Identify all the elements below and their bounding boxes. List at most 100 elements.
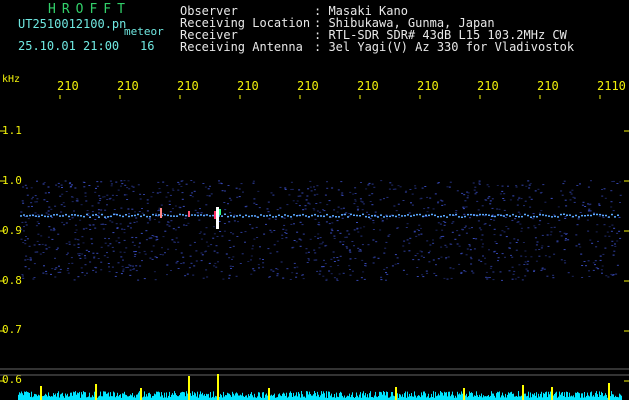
noise-pixel [504, 256, 506, 258]
carrier-trace [110, 215, 112, 218]
noise-pixel [252, 182, 255, 184]
x-tick: 210 [297, 79, 319, 93]
spectrum-bar [404, 393, 405, 400]
noise-pixel [233, 220, 236, 222]
spectrum-spike [40, 386, 42, 400]
spectrum-bar [94, 391, 95, 400]
noise-pixel [304, 208, 307, 210]
noise-pixel [318, 247, 321, 249]
spectrum-bar [254, 393, 255, 400]
noise-pixel [338, 273, 341, 275]
noise-pixel [349, 258, 352, 260]
spectrum-bar [412, 396, 413, 400]
carrier-trace [98, 216, 100, 218]
noise-pixel [205, 241, 208, 243]
noise-pixel [125, 247, 128, 249]
noise-pixel [316, 210, 319, 212]
noise-pixel [252, 180, 255, 182]
noise-pixel [469, 249, 472, 251]
spectrum-bar [340, 391, 341, 400]
noise-pixel [359, 198, 362, 200]
spectrum-bar [349, 393, 350, 400]
noise-pixel [169, 194, 172, 196]
noise-pixel [421, 187, 424, 189]
noise-pixel [296, 231, 299, 233]
noise-pixel [422, 276, 425, 278]
spectrum-bar [238, 395, 239, 400]
app-title: HROFFT [48, 2, 131, 17]
carrier-trace [602, 214, 604, 217]
noise-pixel [451, 222, 454, 224]
spectrum-bar [462, 393, 463, 400]
noise-pixel [269, 229, 272, 231]
noise-pixel [332, 251, 335, 253]
noise-pixel [488, 249, 490, 251]
noise-pixel [324, 194, 327, 196]
noise-pixel [619, 181, 622, 183]
noise-pixel [317, 221, 320, 223]
carrier-trace [545, 214, 547, 217]
noise-pixel [499, 193, 502, 195]
noise-pixel [274, 218, 277, 220]
spectrum-bar [88, 396, 89, 400]
noise-pixel [610, 273, 613, 275]
spectrum-bar [226, 395, 227, 400]
spectrum-bar [603, 396, 604, 400]
noise-pixel [151, 258, 154, 260]
carrier-trace [167, 214, 169, 217]
spectrum-bar [321, 391, 322, 400]
spectrum-bar [266, 393, 267, 400]
spectrum-bar [120, 394, 121, 400]
carrier-trace [335, 216, 337, 218]
noise-pixel [102, 223, 105, 225]
noise-pixel [445, 246, 448, 248]
noise-pixel [95, 271, 97, 273]
noise-pixel [316, 185, 319, 187]
carrier-trace [305, 215, 307, 217]
noise-pixel [159, 191, 162, 193]
noise-pixel [385, 272, 387, 274]
noise-pixel [77, 243, 80, 245]
noise-pixel [360, 235, 363, 237]
noise-pixel [321, 241, 324, 243]
spectrum-bar [528, 391, 529, 400]
carrier-trace [134, 214, 136, 217]
spectrum-bar [225, 395, 226, 400]
noise-pixel [237, 221, 239, 223]
noise-pixel [131, 208, 134, 210]
noise-pixel [232, 256, 235, 258]
noise-pixel [68, 241, 71, 243]
noise-pixel [535, 244, 538, 246]
carrier-trace [356, 214, 358, 217]
noise-pixel [428, 261, 431, 263]
spectrum-bar [573, 395, 574, 400]
noise-pixel [34, 201, 37, 203]
spectrum-bar [199, 394, 200, 400]
noise-pixel [458, 263, 461, 265]
noise-pixel [462, 208, 465, 210]
noise-pixel [166, 274, 168, 276]
noise-pixel [391, 184, 394, 186]
spectrum-bar [49, 395, 50, 400]
noise-pixel [252, 268, 255, 270]
noise-pixel [612, 210, 615, 212]
noise-pixel [250, 259, 252, 261]
noise-pixel [80, 204, 83, 206]
noise-pixel [541, 267, 544, 269]
noise-pixel [525, 185, 528, 187]
noise-pixel [293, 223, 295, 225]
noise-pixel [290, 223, 293, 225]
noise-pixel [412, 259, 415, 261]
carrier-trace [425, 214, 427, 217]
spectrum-bar [184, 392, 185, 400]
carrier-trace [431, 213, 433, 216]
noise-pixel [597, 240, 599, 242]
noise-pixel [575, 245, 578, 247]
spectrum-spike [140, 388, 142, 400]
spectrum-bar [539, 396, 540, 400]
noise-pixel [312, 208, 315, 209]
noise-pixel [255, 226, 258, 228]
noise-pixel [565, 238, 567, 239]
spectrum-bar [310, 394, 311, 400]
noise-pixel [108, 198, 111, 200]
